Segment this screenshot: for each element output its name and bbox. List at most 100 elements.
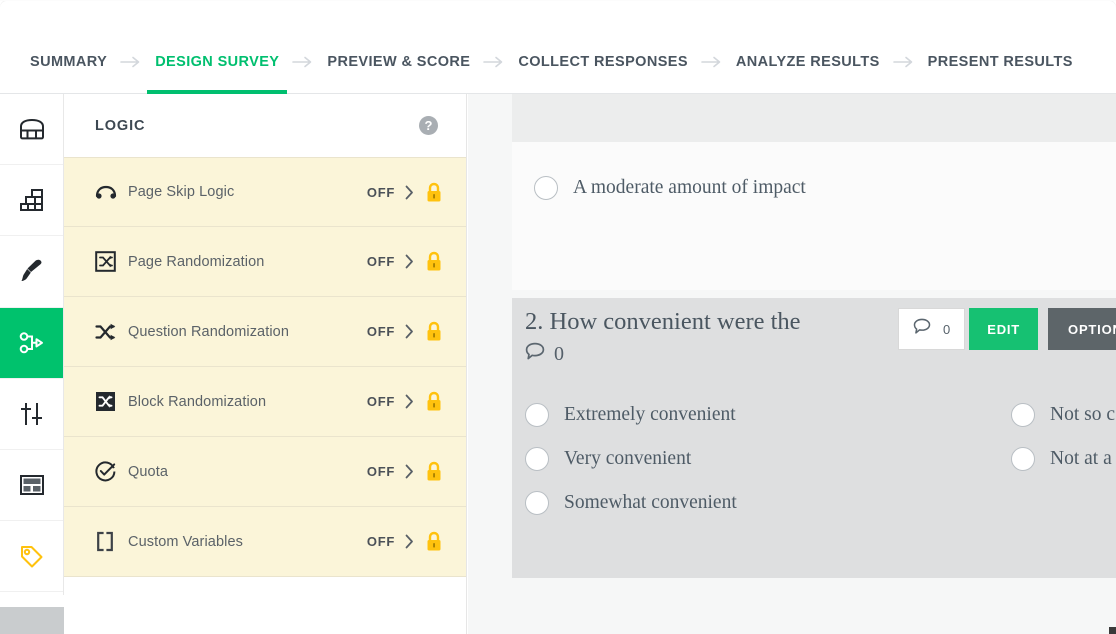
lock-icon[interactable]	[425, 461, 443, 482]
question-1-option[interactable]: A moderate amount of impact	[534, 166, 806, 210]
comment-bubble-icon	[913, 318, 931, 340]
sliders-icon	[19, 401, 45, 427]
option-label: A moderate amount of impact	[573, 177, 806, 198]
logic-row-label: Block Randomization	[128, 393, 267, 410]
rail-item-paintbrush[interactable]	[0, 236, 63, 308]
nav-item-analyze-results[interactable]: ANALYZE RESULTS	[736, 30, 880, 94]
rail-item-tag[interactable]	[0, 521, 63, 593]
quota-icon	[95, 461, 121, 482]
page-skip-logic-icon	[95, 185, 121, 199]
nav-item-label: ANALYZE RESULTS	[735, 53, 880, 70]
question-randomization-icon	[95, 322, 121, 342]
content-bottom-space	[512, 578, 1116, 634]
option-label: Not so c	[1050, 404, 1115, 425]
logic-row-page-skip-logic[interactable]: Page Skip Logic OFF	[64, 157, 466, 227]
logic-row-custom-variables[interactable]: Custom Variables OFF	[64, 507, 466, 577]
rail-item-building-blocks[interactable]	[0, 165, 63, 237]
survey-content-area: A moderate amount of impact 2. How conve…	[468, 94, 1116, 634]
radio-button[interactable]	[525, 403, 549, 427]
option-label: Very convenient	[564, 448, 692, 469]
logic-row-question-randomization[interactable]: Question Randomization OFF	[64, 297, 466, 367]
question-2-option[interactable]: Somewhat convenient	[525, 481, 737, 525]
paintbrush-icon	[19, 258, 45, 284]
lock-icon[interactable]	[425, 391, 443, 412]
edit-button[interactable]: EDIT	[969, 308, 1039, 350]
lock-icon[interactable]	[425, 531, 443, 552]
logic-row-label: Page Skip Logic	[128, 184, 235, 200]
chevron-right-icon	[405, 324, 414, 339]
comment-count-value: 0	[554, 342, 564, 365]
tag-icon	[19, 544, 45, 568]
logic-row-block-randomization[interactable]: Block Randomization OFF	[64, 367, 466, 437]
option-label: Somewhat convenient	[564, 492, 737, 513]
logic-row-state: OFF	[366, 324, 395, 339]
chevron-right-icon	[483, 56, 505, 68]
question-2-options-right: Not so c Not at a	[1011, 393, 1115, 481]
logic-row-page-randomization[interactable]: Page Randomization OFF	[64, 227, 466, 297]
question-2-title: 2. How convenient were the	[525, 308, 801, 335]
nav-item-label: PRESENT RESULTS	[927, 53, 1073, 70]
radio-button[interactable]	[534, 176, 558, 200]
question-1-tail	[512, 142, 1116, 290]
nav-item-collect-responses[interactable]: COLLECT RESPONSES	[518, 30, 688, 94]
option-label: Not at a	[1050, 448, 1112, 469]
question-2-option[interactable]: Extremely convenient	[525, 393, 737, 437]
chevron-right-icon	[292, 56, 314, 68]
logic-branch-icon	[19, 331, 45, 355]
options-button[interactable]: OPTIONS	[1048, 308, 1116, 350]
lock-icon[interactable]	[425, 251, 443, 272]
chevron-right-icon	[405, 394, 414, 409]
logic-row-label: Quota	[128, 463, 168, 480]
help-icon[interactable]: ?	[419, 116, 438, 135]
logic-row-state: OFF	[366, 464, 395, 479]
lock-icon[interactable]	[425, 182, 443, 203]
logic-panel: LOGIC ? Page Skip Logic OFF Page Randomi…	[64, 94, 467, 634]
chevron-right-icon	[892, 56, 915, 68]
option-label: Extremely convenient	[564, 404, 736, 425]
comment-bubble-icon	[525, 342, 545, 366]
rail-bottom-white	[0, 595, 64, 607]
nav-item-design-survey[interactable]: DESIGN SURVEY	[147, 30, 288, 94]
nav-item-present-results[interactable]: PRESENT RESULTS	[928, 30, 1073, 94]
nav-item-preview-and-score[interactable]: PREVIEW & SCORE	[327, 30, 470, 94]
nav-item-label: SUMMARY	[30, 53, 108, 70]
app-window: SUMMARY DESIGN SURVEY PREVIEW & SCORE CO…	[0, 0, 1116, 634]
rail-item-sliders[interactable]	[0, 379, 63, 450]
chevron-right-icon	[405, 254, 414, 269]
question-2-option[interactable]: Not at a	[1011, 437, 1115, 481]
chevron-right-icon	[701, 56, 723, 68]
logic-row-state: OFF	[366, 254, 395, 269]
radio-button[interactable]	[525, 491, 549, 515]
question-2-block: 2. How convenient were the 0 Extremely c…	[512, 298, 1116, 578]
scroll-corner	[1109, 627, 1116, 634]
question-2-option[interactable]: Not so c	[1011, 393, 1115, 437]
logic-row-state: OFF	[366, 184, 395, 200]
layout-icon	[19, 474, 45, 496]
question-2-toolbar: 0 EDIT OPTIONS	[898, 308, 1116, 350]
block-randomization-icon	[95, 391, 121, 412]
custom-variables-icon	[95, 531, 121, 552]
survey-workflow-nav: SUMMARY DESIGN SURVEY PREVIEW & SCORE CO…	[0, 30, 1116, 94]
logic-row-state: OFF	[366, 534, 395, 549]
logic-row-label: Question Randomization	[128, 323, 289, 340]
nav-item-summary[interactable]: SUMMARY	[30, 30, 107, 94]
mailbox-icon	[19, 118, 45, 140]
logic-panel-header: LOGIC ?	[64, 94, 466, 157]
radio-button[interactable]	[1011, 447, 1035, 471]
comment-chip-button[interactable]: 0	[898, 308, 966, 350]
lock-icon[interactable]	[425, 321, 443, 342]
logic-row-label: Custom Variables	[128, 533, 243, 550]
radio-button[interactable]	[1011, 403, 1035, 427]
rail-item-logic[interactable]	[0, 307, 63, 379]
radio-button[interactable]	[525, 447, 549, 471]
question-2-comment-count[interactable]: 0	[525, 342, 564, 366]
nav-item-label: DESIGN SURVEY	[155, 53, 280, 70]
window-titlebar	[0, 0, 1116, 30]
rail-item-mailbox[interactable]	[0, 94, 63, 166]
comment-chip-count: 0	[943, 321, 951, 337]
rail-item-layout[interactable]	[0, 450, 63, 522]
building-blocks-icon	[19, 188, 45, 212]
question-2-option[interactable]: Very convenient	[525, 437, 737, 481]
logic-row-label: Page Randomization	[128, 253, 265, 270]
logic-row-quota[interactable]: Quota OFF	[64, 437, 466, 507]
